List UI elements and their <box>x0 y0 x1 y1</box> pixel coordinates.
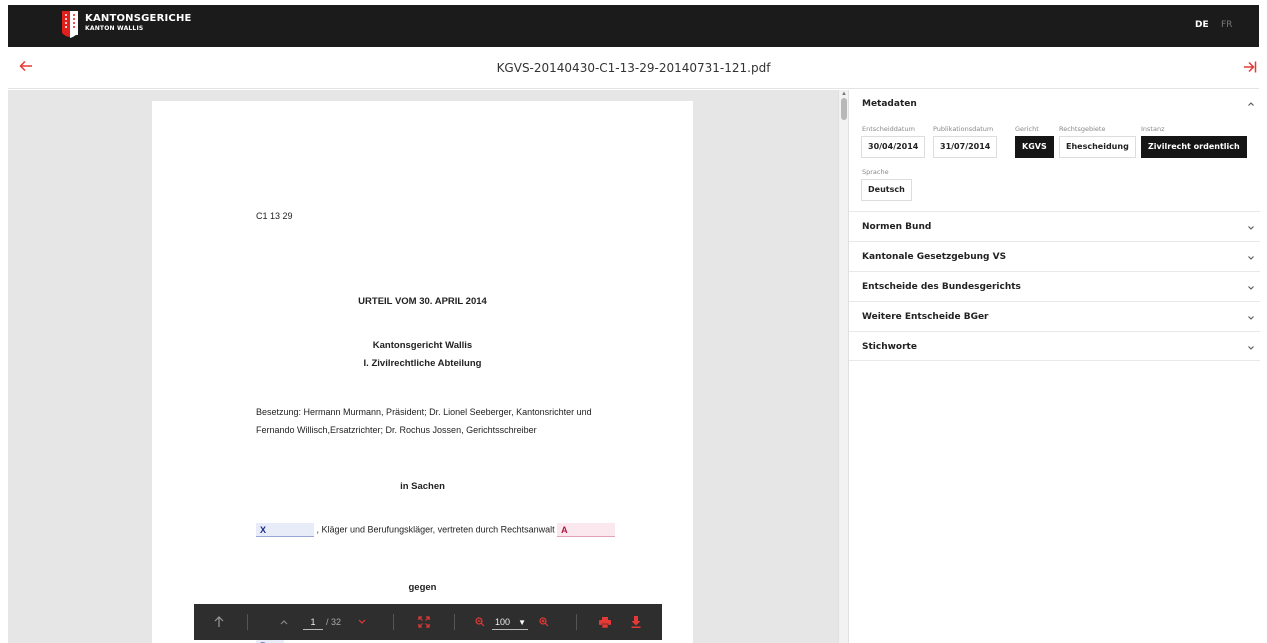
decision-date-value: 30/04/2014 <box>861 136 926 158</box>
chevron-down-icon <box>1248 316 1254 320</box>
brand[interactable]: KANTONSGERICHE KANTON WALLIS <box>85 13 192 33</box>
section-title: Kantonale Gesetzgebung VS <box>862 252 1007 262</box>
party-x-description: , Kläger und Berufungskläger, vertreten … <box>316 524 555 535</box>
zoom-out-icon <box>475 617 485 627</box>
fullscreen-icon <box>418 616 430 628</box>
instance-chip[interactable]: Zivilrecht ordentlich <box>1141 136 1247 158</box>
zoom-value: 100 <box>495 617 511 627</box>
canton-wallis-logo[interactable] <box>62 11 78 41</box>
decision-date-label: Entscheiddatum <box>862 125 915 133</box>
court-name: Kantonsgericht Wallis <box>372 340 473 351</box>
chevron-down-icon <box>1248 346 1254 350</box>
chevron-down-icon <box>1248 256 1254 260</box>
composition-line-1: Besetzung: Hermann Murmann, Präsident; D… <box>256 407 592 417</box>
chevron-down-icon <box>358 619 366 624</box>
section-normen-bund[interactable]: Normen Bund <box>849 211 1260 241</box>
zoom-in-icon <box>539 617 549 627</box>
in-matter-label: in Sachen <box>400 481 445 492</box>
section-title: Weitere Entscheide BGer <box>862 312 989 322</box>
legal-area-label: Rechtsgebiete <box>1059 125 1106 133</box>
metadata-section-title[interactable]: Metadaten <box>862 99 917 109</box>
brand-subtitle: KANTON WALLIS <box>85 25 144 32</box>
zoom-out-button[interactable] <box>472 604 488 640</box>
legal-area-chip[interactable]: Ehescheidung <box>1059 136 1136 158</box>
print-icon <box>599 616 611 628</box>
top-header: KANTONSGERICHE KANTON WALLIS DE FR <box>8 5 1259 47</box>
collapse-panel-icon[interactable] <box>1243 60 1257 74</box>
publication-date-value: 31/07/2014 <box>933 136 998 158</box>
court-label: Gericht <box>1015 125 1039 133</box>
composition-line-2: Fernando Willisch,Ersatzrichter; Dr. Roc… <box>256 425 537 435</box>
download-button[interactable] <box>628 604 644 640</box>
next-page-button[interactable] <box>354 604 370 640</box>
scroll-up-arrow-icon[interactable]: ▲ <box>841 91 847 97</box>
scroll-top-button[interactable] <box>208 604 230 640</box>
toolbar-divider <box>247 614 248 630</box>
judgment-heading: URTEIL VOM 30. APRIL 2014 <box>358 296 487 307</box>
download-icon <box>631 616 641 628</box>
anonymized-party-a[interactable]: A <box>557 523 616 537</box>
anonymized-party-x[interactable]: X <box>256 523 314 537</box>
publication-date-label: Publikationsdatum <box>933 125 994 133</box>
language-fr[interactable]: FR <box>1221 20 1232 30</box>
court-division: I. Zivilrechtliche Abteilung <box>363 358 482 369</box>
chevron-down-icon <box>1248 226 1254 230</box>
section-stichworte[interactable]: Stichworte <box>849 331 1260 361</box>
chevron-up-icon <box>280 620 288 625</box>
section-kantonale-gesetzgebung[interactable]: Kantonale Gesetzgebung VS <box>849 241 1260 271</box>
section-title: Entscheide des Bundesgerichts <box>862 282 1021 292</box>
zoom-in-button[interactable] <box>536 604 552 640</box>
section-entscheide-bundesgericht[interactable]: Entscheide des Bundesgerichts <box>849 271 1260 301</box>
language-value: Deutsch <box>861 179 912 201</box>
caret-down-icon: ▼ <box>518 618 526 627</box>
page-number-input[interactable]: 1 <box>303 614 323 630</box>
zoom-select[interactable]: 100 ▼ <box>492 614 528 630</box>
toolbar-divider <box>454 614 455 630</box>
toolbar-divider <box>576 614 577 630</box>
print-button[interactable] <box>597 604 613 640</box>
section-title: Stichworte <box>862 342 917 352</box>
section-title: Normen Bund <box>862 222 932 232</box>
scrollbar-thumb[interactable] <box>841 98 847 120</box>
chevron-up-icon[interactable] <box>1247 101 1255 107</box>
viewer-scrollbar[interactable]: ▲ <box>838 90 848 643</box>
case-number: C1 13 29 <box>256 211 293 221</box>
against-label: gegen <box>408 582 437 593</box>
brand-title: KANTONSGERICHE <box>85 13 192 24</box>
section-weitere-entscheide[interactable]: Weitere Entscheide BGer <box>849 301 1260 331</box>
previous-page-button[interactable] <box>276 604 292 640</box>
arrow-up-icon <box>214 616 224 627</box>
language-de[interactable]: DE <box>1195 20 1209 30</box>
metadata-panel: Metadaten Entscheiddatum Publikationsdat… <box>848 90 1260 643</box>
pdf-viewer[interactable]: C1 13 29 URTEIL VOM 30. APRIL 2014 Kanto… <box>8 90 838 643</box>
court-chip[interactable]: KGVS <box>1015 136 1054 158</box>
document-filename: KGVS-20140430-C1-13-29-20140731-121.pdf <box>496 61 771 75</box>
parties-line: X , Kläger und Berufungskläger, vertrete… <box>256 523 616 537</box>
toolbar-divider <box>393 614 394 630</box>
pdf-toolbar: 1 / 32 100 ▼ <box>194 604 662 640</box>
instance-label: Instanz <box>1141 125 1165 133</box>
document-titlebar: KGVS-20140430-C1-13-29-20140731-121.pdf <box>8 47 1259 89</box>
page-total: / 32 <box>326 617 342 627</box>
fullscreen-button[interactable] <box>416 604 432 640</box>
pdf-page: C1 13 29 URTEIL VOM 30. APRIL 2014 Kanto… <box>152 101 693 643</box>
chevron-down-icon <box>1248 286 1254 290</box>
language-label: Sprache <box>862 168 889 176</box>
